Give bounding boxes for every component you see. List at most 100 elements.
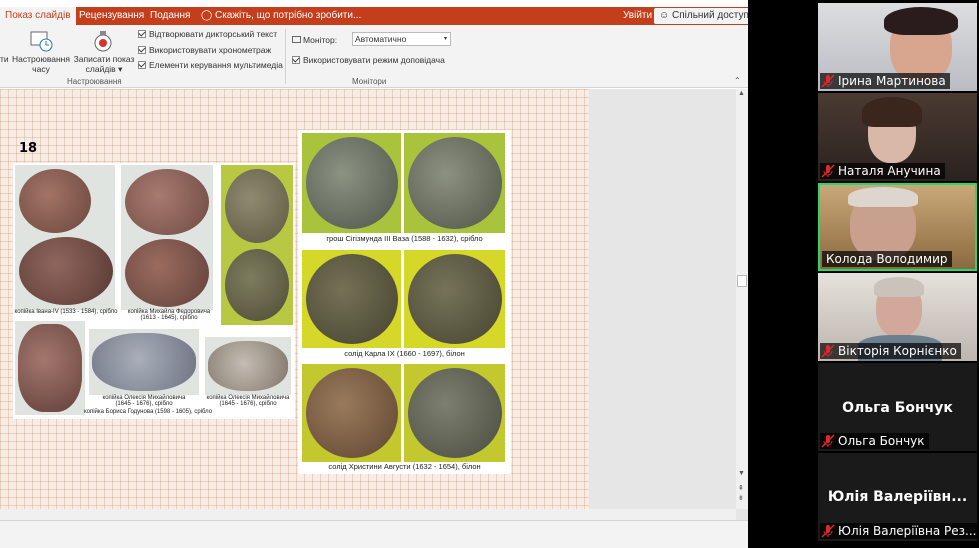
status-bar xyxy=(0,520,748,548)
next-slide-icon[interactable]: ⇟ xyxy=(738,494,744,502)
hair xyxy=(874,277,924,297)
coin xyxy=(18,324,82,412)
checkbox-media-controls[interactable]: Елементи керування мультимедіа xyxy=(138,60,283,71)
mic-muted-icon xyxy=(821,74,835,88)
participant-tile[interactable]: Наталя Анучина xyxy=(818,93,977,181)
ribbon: ти Настроювання часу Записати показ слай… xyxy=(0,25,748,88)
scroll-thumb[interactable] xyxy=(737,275,747,287)
participant-name: Вікторія Корнієнко xyxy=(838,344,957,358)
previous-slide-icon[interactable]: ⇞ xyxy=(738,484,744,492)
person-icon: ☺ xyxy=(659,10,670,21)
participant-name: Ольга Бончук xyxy=(838,434,925,448)
lightbulb-icon: ◯ xyxy=(201,10,213,21)
caption-ivan: копійка Івана-IV (1533 - 1584), срібло xyxy=(14,309,118,315)
caption-boris: копійка Бориса Годунова (1598 - 1605), с… xyxy=(83,409,213,415)
participant-display-name: Ольга Бончук xyxy=(842,400,953,416)
checkbox-presenter-view[interactable]: Використовувати режим доповідача xyxy=(292,55,445,66)
monitor-icon xyxy=(292,36,301,43)
participant-tile[interactable]: Вікторія Корнієнко xyxy=(818,273,977,361)
caption-sigismund: грош Сігізмунда III Ваза (1588 - 1632), … xyxy=(326,234,483,243)
rehearse-timings-button[interactable]: Настроювання часу xyxy=(10,28,72,74)
sigismund-reverse-photo xyxy=(404,133,505,233)
boris-kopek-photo xyxy=(15,321,85,415)
group-separator xyxy=(285,29,286,84)
slide[interactable]: 18 копійка Івана-IV (1533 - 1584), срібл… xyxy=(0,89,589,519)
record-label-1: Записати показ xyxy=(73,54,135,64)
mikhail-kopek-photo xyxy=(121,165,213,310)
coin xyxy=(408,368,502,458)
checkbox-label: Використовувати хронометраж xyxy=(149,45,272,55)
checkbox-use-timings[interactable]: Використовувати хронометраж xyxy=(138,45,271,56)
participant-name: Ірина Мартинова xyxy=(838,74,946,88)
checkbox-play-narrations[interactable]: Відтворювати дикторський текст xyxy=(138,29,277,40)
sigismund-obverse-photo xyxy=(302,133,401,233)
coin-obverse xyxy=(19,169,91,233)
tell-me-text: Скажіть, що потрібно зробити... xyxy=(214,10,362,21)
group-label-setup: Настроювання xyxy=(67,77,122,86)
caption-oleksii-b-2: (1645 - 1676), срібло xyxy=(219,401,277,407)
hair xyxy=(862,97,922,127)
green-kopek-photo xyxy=(221,165,293,325)
tab-slide-show[interactable]: Показ слайдів xyxy=(0,7,76,25)
ivan-kopek-photo xyxy=(15,165,115,310)
sign-in-link[interactable]: Увійти xyxy=(618,7,657,25)
slide-edit-area: 18 копійка Івана-IV (1533 - 1584), срібл… xyxy=(0,89,748,522)
christina-obverse-photo xyxy=(302,364,401,462)
participant-tile-no-video[interactable]: Юлія Валеріївн... Юлія Валеріївна Рез... xyxy=(818,453,977,541)
record-slide-show-button[interactable]: Записати показ слайдів ▾ xyxy=(72,28,136,74)
rehearse-label-1: Настроювання xyxy=(12,54,70,64)
karl-reverse-photo xyxy=(404,250,505,348)
participant-tile-active-speaker[interactable]: Колода Володимир xyxy=(818,183,977,271)
slide-number: 18 xyxy=(19,141,38,156)
kopeks-image-panel: копійка Івана-IV (1533 - 1584), срібло к… xyxy=(13,163,295,419)
hair xyxy=(848,187,918,207)
rehearse-label-2: часу xyxy=(32,64,50,74)
monitor-select[interactable]: Автоматично ▾ xyxy=(352,32,451,46)
mic-muted-icon xyxy=(821,524,835,538)
horizontal-scrollbar[interactable] xyxy=(0,509,736,520)
tell-me-box[interactable]: ◯ Скажіть, що потрібно зробити... xyxy=(196,7,366,25)
coin xyxy=(306,368,398,458)
coin-reverse xyxy=(125,239,209,307)
collapse-ribbon-icon[interactable]: ⌃ xyxy=(734,76,741,85)
vertical-scrollbar[interactable]: ▲ ▼ ⇞ ⇟ xyxy=(736,89,748,509)
participant-tile-no-video[interactable]: Ольга Бончук Ольга Бончук xyxy=(818,363,977,451)
participant-name-tag: Ірина Мартинова xyxy=(820,73,950,89)
oleksii-kopek-b-photo xyxy=(205,337,291,395)
christina-reverse-photo xyxy=(404,364,505,462)
participant-name-tag: Ольга Бончук xyxy=(820,433,929,449)
coin xyxy=(208,341,288,391)
share-label: Спільний доступ xyxy=(672,10,748,21)
group-label-monitors: Монітори xyxy=(352,77,387,86)
coin xyxy=(408,254,502,344)
participant-name: Наталя Анучина xyxy=(838,164,941,178)
caption-oleksii-a-2: (1645 - 1676), срібло xyxy=(115,401,173,407)
participant-name: Юлія Валеріївна Рез... xyxy=(838,524,977,538)
participant-name-tag: Колода Володимир xyxy=(822,251,952,267)
powerpoint-window: Показ слайдів Рецензування Подання ◯ Ска… xyxy=(0,0,748,548)
monitor-select-value: Автоматично xyxy=(355,34,407,44)
participant-tile[interactable]: Ірина Мартинова xyxy=(818,3,977,91)
oleksii-kopek-a-photo xyxy=(89,329,199,395)
participant-gallery: Ірина Мартинова Наталя Анучина Колода Во… xyxy=(816,0,979,548)
tab-review[interactable]: Рецензування xyxy=(74,7,149,25)
checkbox-label: Відтворювати дикторський текст xyxy=(149,29,278,39)
scroll-up-icon[interactable]: ▲ xyxy=(738,90,745,97)
checkbox-label: Елементи керування мультимедіа xyxy=(149,60,283,70)
coin xyxy=(306,137,398,229)
record-label-2: слайдів ▾ xyxy=(85,64,123,74)
coin xyxy=(306,254,398,344)
monitor-label: Монітор: xyxy=(292,35,337,45)
cut-off-label: ти xyxy=(0,54,9,64)
coin-obverse xyxy=(225,169,289,243)
ribbon-tab-bar: Показ слайдів Рецензування Подання ◯ Ска… xyxy=(0,7,748,25)
scroll-down-icon[interactable]: ▼ xyxy=(738,470,745,477)
share-button[interactable]: ☺ Спільний доступ xyxy=(654,8,748,24)
tab-view[interactable]: Подання xyxy=(145,7,195,25)
caption-christina: солід Христини Августи (1632 - 1654), бі… xyxy=(328,462,481,471)
chevron-down-icon: ▾ xyxy=(443,36,447,42)
caption-karl: солід Карла IX (1660 - 1697), білон xyxy=(344,349,465,358)
participant-name-tag: Юлія Валеріївна Рез... xyxy=(820,523,977,539)
coin-reverse xyxy=(225,249,289,321)
participant-name-tag: Наталя Анучина xyxy=(820,163,945,179)
